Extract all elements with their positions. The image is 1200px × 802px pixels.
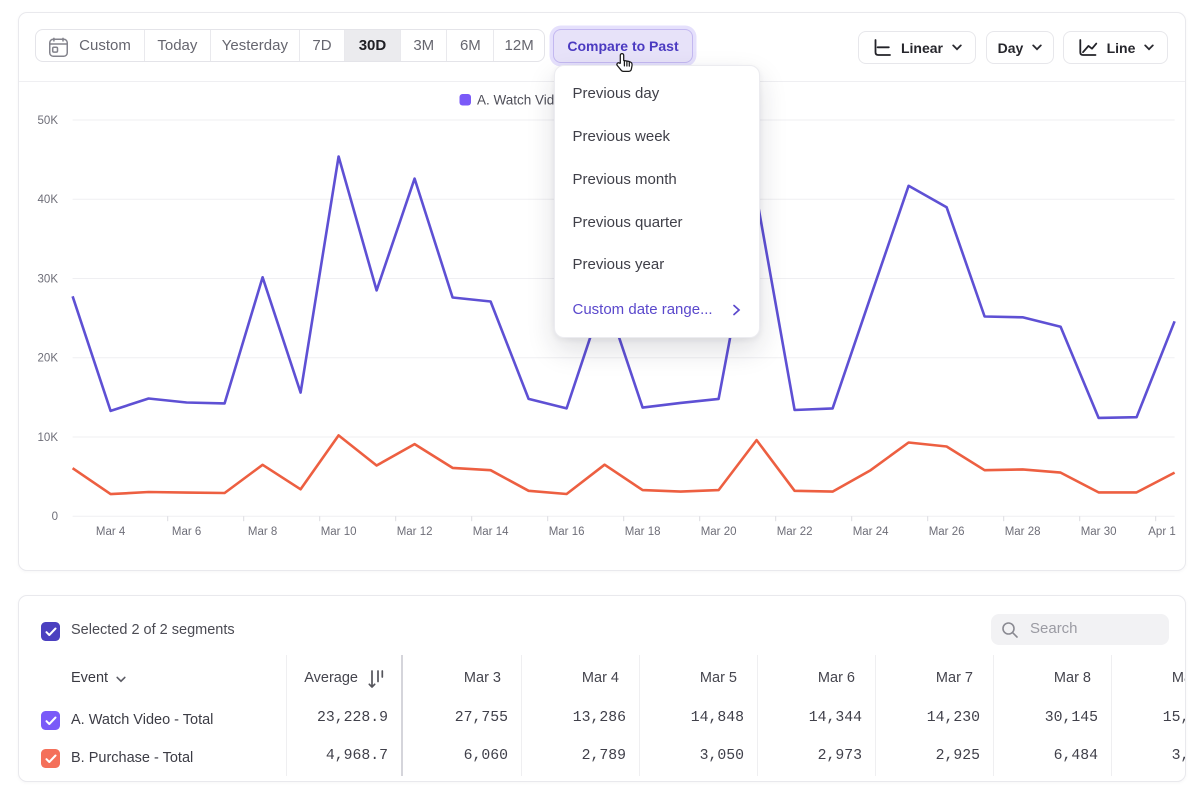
svg-text:20K: 20K [38, 353, 59, 365]
svg-text:0: 0 [52, 511, 58, 523]
svg-text:Mar 4: Mar 4 [96, 526, 126, 538]
svg-text:Mar 26: Mar 26 [929, 526, 965, 538]
svg-text:10K: 10K [38, 432, 59, 444]
svg-text:50K: 50K [38, 115, 59, 127]
svg-text:Mar 6: Mar 6 [172, 526, 201, 538]
svg-text:Mar 18: Mar 18 [625, 526, 661, 538]
svg-text:Mar 28: Mar 28 [1005, 526, 1041, 538]
svg-text:30K: 30K [38, 274, 59, 286]
svg-text:Mar 24: Mar 24 [853, 526, 889, 538]
svg-text:Apr 1: Apr 1 [1148, 526, 1176, 538]
svg-text:40K: 40K [38, 194, 59, 206]
svg-text:Mar 20: Mar 20 [701, 526, 737, 538]
svg-text:Mar 30: Mar 30 [1081, 526, 1117, 538]
svg-text:Mar 8: Mar 8 [248, 526, 277, 538]
svg-text:Mar 22: Mar 22 [777, 526, 813, 538]
svg-text:Mar 10: Mar 10 [321, 526, 357, 538]
svg-text:Mar 14: Mar 14 [473, 526, 509, 538]
svg-text:Mar 12: Mar 12 [397, 526, 433, 538]
svg-text:Mar 16: Mar 16 [549, 526, 585, 538]
